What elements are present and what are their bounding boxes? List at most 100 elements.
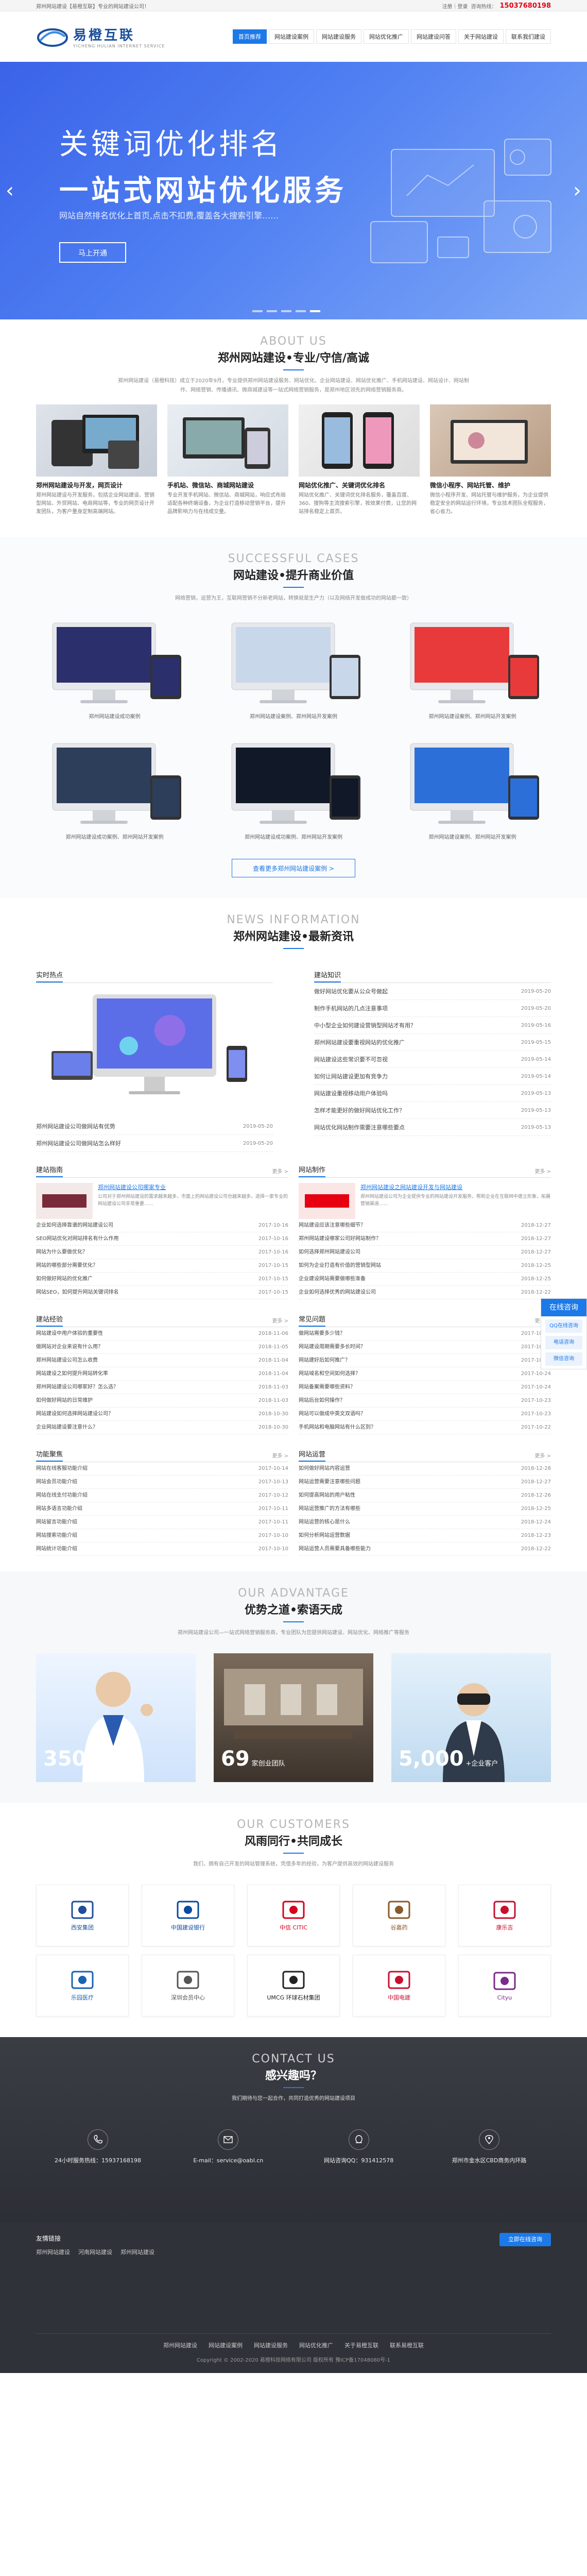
list-item[interactable]: 网站域名和空间如何选择？ 2017-10-24 (299, 1367, 551, 1381)
more-link[interactable]: 更多 > (534, 1167, 551, 1177)
footer-nav-item[interactable]: 郑州网站建设 (163, 2341, 197, 2349)
more-cases-button[interactable]: 查看更多郑州网站建设案例 > (232, 859, 355, 877)
list-item[interactable]: 网站多语言功能介绍 2017-10-11 (36, 1502, 288, 1516)
footer-nav-item[interactable]: 联系易橙互联 (390, 2341, 424, 2349)
list-item[interactable]: 网站建设重视移动用户体验吗 2019-05-13 (314, 1085, 551, 1102)
floating-service-item[interactable]: QQ在线咨询 (545, 1319, 582, 1333)
list-item[interactable]: 网站备案需要哪些资料？ 2017-10-24 (299, 1381, 551, 1394)
list-item[interactable]: 网站在线支付功能介绍 2017-10-12 (36, 1489, 288, 1502)
list-item[interactable]: 企业建设网站需要做哪些准备 2018-12-25 (299, 1273, 551, 1286)
list-item[interactable]: 网站可以做成中英文双语吗？ 2017-10-23 (299, 1408, 551, 1421)
list-item[interactable]: 郑州网站建设要重视网站的优化推广 2019-05-15 (314, 1034, 551, 1051)
list-item[interactable]: 郑州网站建设公司怎么收费 2018-11-04 (36, 1354, 288, 1367)
list-item[interactable]: 郑州网站建设公司做网站怎么样好 2019-05-20 (36, 1135, 273, 1152)
case-item[interactable]: 郑州网站建设成功案例、郑州网站开发案例 (215, 739, 372, 840)
list-item[interactable]: 郑州网站建设公司做网站有优势 2019-05-20 (36, 1118, 273, 1135)
list-item[interactable]: 做好网站优化要从公众号做起 2019-05-20 (314, 983, 551, 1000)
banner-dot-active[interactable] (310, 310, 320, 312)
featured-news[interactable]: 郑州网站建设公司哪家专业 公司对于郑州网站建设的需求越来越多，市面上的网站建设公司… (36, 1183, 288, 1219)
list-item[interactable]: 网站会员功能介绍 2017-10-13 (36, 1476, 288, 1489)
list-item[interactable]: 如何做好网站内容运营 2018-12-28 (299, 1462, 551, 1476)
list-item[interactable]: 网站运营人员需要具备哪些能力 2018-12-22 (299, 1543, 551, 1556)
nav-item-about[interactable]: 关于网站建设 (458, 29, 504, 44)
nav-item-faq[interactable]: 网站建设问答 (411, 29, 456, 44)
footer-nav-item[interactable]: 网站建设服务 (254, 2341, 288, 2349)
list-item[interactable]: 郑州网站建设公司哪家好？怎么选？ 2018-11-03 (36, 1381, 288, 1394)
list-item[interactable]: 网站建好后如何推广？ 2017-10-25 (299, 1354, 551, 1367)
list-item[interactable]: 网站SEO，如何提升网站关键词排名 2017-10-15 (36, 1286, 288, 1299)
banner-next-arrow-icon[interactable]: › (571, 180, 584, 201)
nav-item-seo[interactable]: 网站优化推广 (364, 29, 409, 44)
floating-service-item[interactable]: 微信咨询 (545, 1352, 582, 1366)
online-consult-button[interactable]: 立即在线咨询 (499, 2233, 551, 2246)
case-item[interactable]: 郑州网站建设成功案例、郑州网站开发案例 (36, 739, 193, 840)
list-item[interactable]: 网站为什么要做优化？ 2017-10-16 (36, 1246, 288, 1259)
list-item[interactable]: 网站建设这些常识要不可忽视 2019-05-14 (314, 1051, 551, 1068)
about-card[interactable]: 微信小程序、网站托管、维护 微信小程序开发、网站托管与维护服务，为企业提供稳定安… (430, 404, 551, 516)
nav-item-contact[interactable]: 联系我们建设 (506, 29, 551, 44)
list-item[interactable]: 网站统计功能介绍 2017-10-10 (36, 1543, 288, 1556)
friend-link[interactable]: 郑州网站建设 (36, 2248, 70, 2256)
login-register-link[interactable]: 注册｜登录 (442, 2, 468, 10)
list-item[interactable]: 网站的哪些部分需要优化？ 2017-10-15 (36, 1259, 288, 1273)
list-item[interactable]: 中小型企业如何建设营销型网站才有用？ 2019-05-16 (314, 1017, 551, 1034)
case-item[interactable]: 郑州网站建设成功案例 (36, 619, 193, 720)
list-item[interactable]: 网站留言功能介绍 2017-10-11 (36, 1516, 288, 1529)
about-card[interactable]: 网站优化推广、关键词优化排名 网站优化推广、关键词优化排名服务，覆盖百度、360… (299, 404, 420, 516)
list-item[interactable]: 如何分析网站运营数据 2018-12-23 (299, 1529, 551, 1543)
more-link[interactable]: 更多 > (272, 1451, 288, 1462)
nav-item-home[interactable]: 首页推荐 (233, 29, 267, 44)
featured-news[interactable]: 郑州网站建设之网站建设开发与网站建设 郑州网站建设公司为企业提供专业的网站建设开发… (299, 1183, 551, 1219)
banner-dot[interactable] (252, 310, 263, 312)
list-item[interactable]: 企业网站建设要注意什么？ 2018-10-30 (36, 1421, 288, 1434)
logo[interactable]: 易橙互联 YICHENG HULIAN INTERNET SERVICE (36, 25, 165, 48)
list-item[interactable]: 企业如何选择优秀的网站建设公司 2018-12-22 (299, 1286, 551, 1299)
banner-dot[interactable] (281, 310, 291, 312)
case-item[interactable]: 郑州网站建设案例、郑州网站开发案例 (394, 619, 551, 720)
banner-dot[interactable] (267, 310, 277, 312)
list-item[interactable]: 网站建设如何选择网站建设公司？ 2018-10-30 (36, 1408, 288, 1421)
about-card[interactable]: 郑州网站建设与开发，网页设计 郑州网站建设与开发服务，包括企业网站建设、营销型网… (36, 404, 157, 516)
list-item[interactable]: 网站搜索功能介绍 2017-10-10 (36, 1529, 288, 1543)
banner-open-button[interactable]: 马上开通 (59, 242, 126, 263)
list-item[interactable]: 如何提高网站的用户粘性 2018-12-26 (299, 1489, 551, 1502)
list-item[interactable]: 网站建设之如何提升网站转化率 2018-11-04 (36, 1367, 288, 1381)
list-item[interactable]: 如何为企业打造有价值的营销型网站 2018-12-25 (299, 1259, 551, 1273)
list-item[interactable]: 如何让网站建设更加有竞争力 2019-05-14 (314, 1068, 551, 1085)
nav-item-cases[interactable]: 网站建设案例 (269, 29, 314, 44)
list-item[interactable]: 怎样才能更好的做好网站优化工作？ 2019-05-13 (314, 1102, 551, 1119)
list-item[interactable]: 制作手机网站的几点注意事项 2019-05-20 (314, 1000, 551, 1017)
footer-nav-item[interactable]: 关于易橙互联 (344, 2341, 378, 2349)
list-item[interactable]: 郑州网站建设哪家公司好网站制作？ 2018-12-27 (299, 1232, 551, 1246)
footer-nav-item[interactable]: 网站建设案例 (209, 2341, 243, 2349)
list-item[interactable]: 网站建设中用户体验的重要性 2018-11-06 (36, 1327, 288, 1341)
banner-dot[interactable] (296, 310, 306, 312)
about-card[interactable]: 手机站、微信站、商城网站建设 专业开发手机网站、微信站、商城网站，响应式布局适配… (167, 404, 288, 516)
case-item[interactable]: 郑州网站建设案例、郑州网站开发案例 (215, 619, 372, 720)
list-item[interactable]: 如何做好网站的日常维护 2018-11-03 (36, 1394, 288, 1408)
list-item[interactable]: 企业如何选择靠谱的网站建设公司 2017-10-16 (36, 1219, 288, 1232)
case-item[interactable]: 郑州网站建设案例、郑州网站开发案例 (394, 739, 551, 840)
list-item[interactable]: 手机网站和电脑网站有什么区别？ 2017-10-22 (299, 1421, 551, 1434)
list-item[interactable]: 做网站需要多少钱？ 2017-10-26 (299, 1327, 551, 1341)
list-item[interactable]: SEO网站优化对网站排名有什么作用 2017-10-16 (36, 1232, 288, 1246)
more-link[interactable]: 更多 > (534, 1451, 551, 1462)
list-item[interactable]: 网站运营需要注意哪些问题 2018-12-27 (299, 1476, 551, 1489)
list-item[interactable]: 做网站对企业来说有什么用？ 2018-11-05 (36, 1341, 288, 1354)
hot-news-image[interactable] (36, 989, 273, 1118)
list-item[interactable]: 网站建设周期需要多长时间？ 2017-10-25 (299, 1341, 551, 1354)
list-item[interactable]: 网站在线客服功能介绍 2017-10-14 (36, 1462, 288, 1476)
list-item[interactable]: 网站运营推广的方法有哪些 2018-12-25 (299, 1502, 551, 1516)
list-item[interactable]: 如何选择郑州网站建设公司 2018-12-27 (299, 1246, 551, 1259)
list-item[interactable]: 网站运营的核心是什么 2018-12-24 (299, 1516, 551, 1529)
footer-nav-item[interactable]: 网站优化推广 (299, 2341, 333, 2349)
more-link[interactable]: 更多 > (272, 1316, 288, 1327)
friend-link[interactable]: 郑州网站建设 (120, 2248, 154, 2256)
floating-service-item[interactable]: 电话咨询 (545, 1336, 582, 1349)
banner-prev-arrow-icon[interactable]: ‹ (3, 180, 16, 201)
friend-link[interactable]: 河南网站建设 (78, 2248, 112, 2256)
list-item[interactable]: 如何做好网站的优化推广 2017-10-15 (36, 1273, 288, 1286)
list-item[interactable]: 网站优化网站制作需要注意哪些要点 2019-05-13 (314, 1119, 551, 1136)
more-link[interactable]: 更多 > (272, 1167, 288, 1177)
list-item[interactable]: 网站后台如何操作？ 2017-10-23 (299, 1394, 551, 1408)
